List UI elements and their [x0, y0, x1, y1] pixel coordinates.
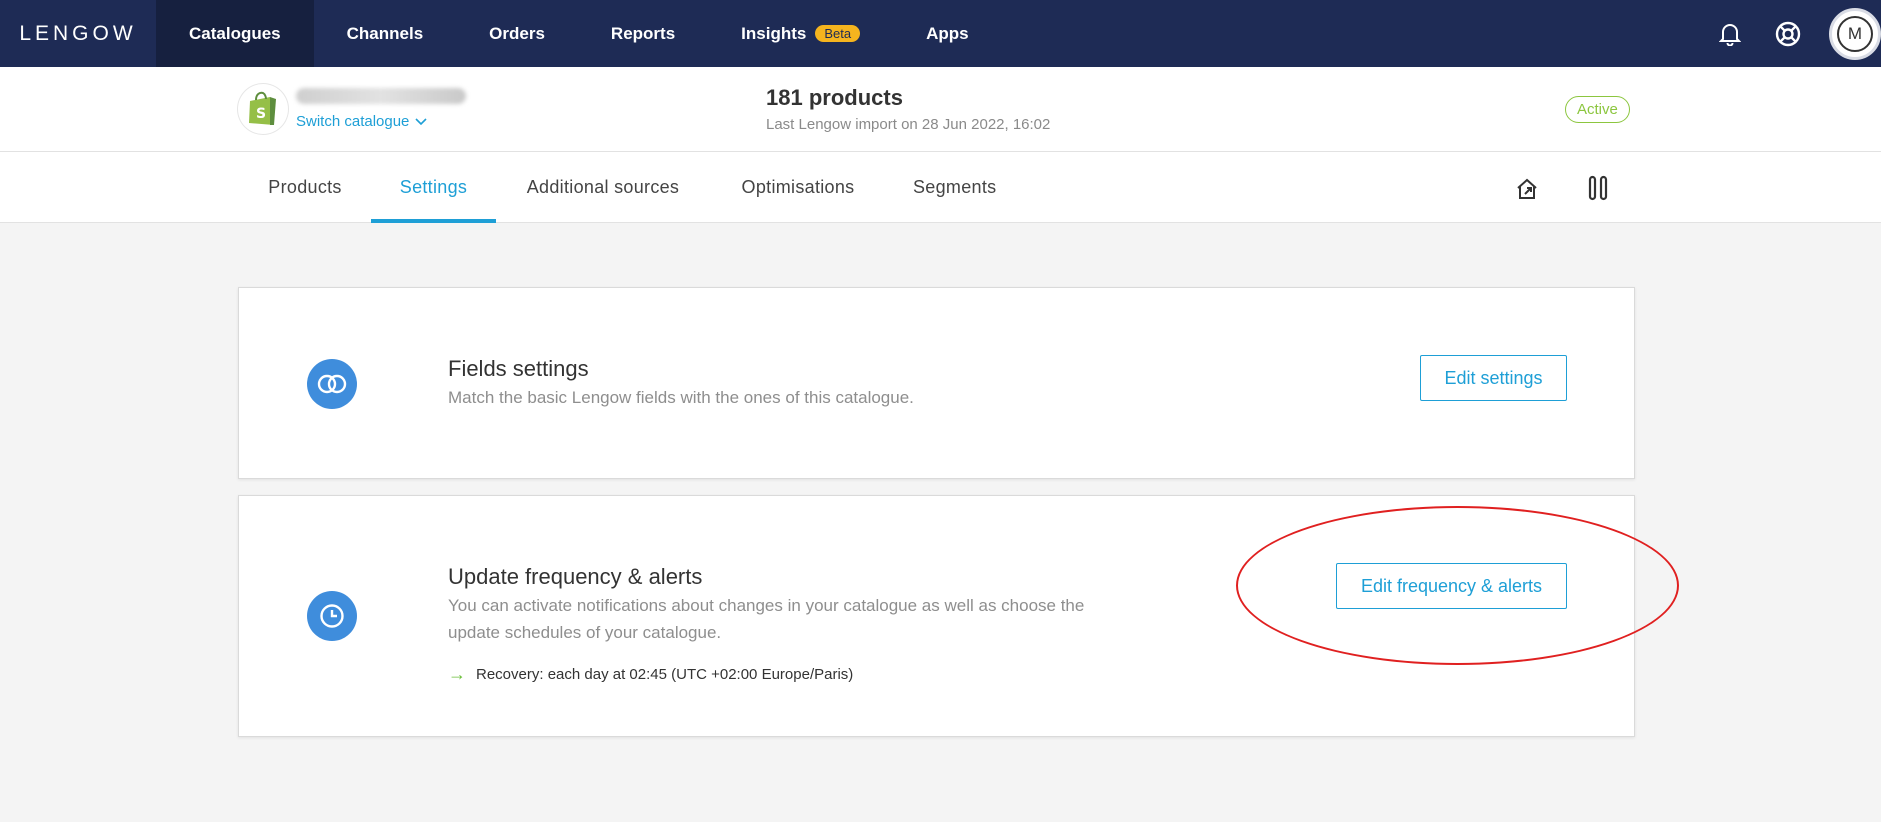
link-rings-icon [307, 359, 357, 409]
card-description: Match the basic Lengow fields with the o… [448, 388, 914, 407]
chevron-down-icon [415, 117, 427, 125]
products-count: 181 products [766, 85, 903, 110]
nav-item-insights[interactable]: Insights Beta [708, 0, 893, 67]
store-name-blurred [296, 88, 466, 104]
export-icon[interactable] [1511, 172, 1543, 204]
lengow-logo[interactable]: LENGOW [0, 0, 156, 67]
nav-label: Insights [741, 23, 807, 43]
update-frequency-card: Update frequency & alerts You can activa… [238, 495, 1635, 737]
nav-item-orders[interactable]: Orders [456, 0, 578, 67]
main-nav: Catalogues Channels Orders Reports Insig… [156, 0, 1002, 67]
bell-icon[interactable] [1701, 0, 1759, 67]
avatar[interactable]: M [1829, 7, 1881, 60]
catalogue-tabs: Products Settings Additional sources Opt… [0, 152, 1881, 223]
nav-item-apps[interactable]: Apps [893, 0, 1002, 67]
fields-settings-card: Fields settings Match the basic Lengow f… [238, 287, 1635, 479]
nav-item-catalogues[interactable]: Catalogues [156, 0, 314, 67]
nav-item-reports[interactable]: Reports [578, 0, 708, 67]
nav-right-actions: M [1701, 0, 1881, 67]
clock-icon [307, 591, 357, 641]
tab-products[interactable]: Products [267, 152, 343, 223]
nav-label: Reports [610, 23, 676, 43]
nav-label: Orders [489, 23, 545, 43]
tab-optimisations[interactable]: Optimisations [738, 152, 858, 223]
switch-catalogue-link[interactable]: Switch catalogue [296, 113, 427, 130]
card-title: Update frequency & alerts [448, 564, 703, 589]
help-lifebuoy-icon[interactable] [1759, 0, 1817, 67]
arrow-right-icon: → [448, 664, 466, 684]
nav-label: Catalogues [189, 23, 281, 43]
card-title: Fields settings [448, 356, 589, 381]
recovery-schedule: → Recovery: each day at 02:45 (UTC +02:0… [448, 664, 853, 685]
status-badge: Active [1565, 96, 1630, 123]
tab-additional-sources[interactable]: Additional sources [524, 152, 682, 223]
switch-catalogue-label: Switch catalogue [296, 113, 410, 130]
edit-settings-button[interactable]: Edit settings [1420, 355, 1567, 401]
avatar-initial: M [1837, 15, 1873, 52]
card-description: You can activate notifications about cha… [448, 596, 1085, 642]
nav-label: Channels [346, 23, 424, 43]
edit-frequency-alerts-button[interactable]: Edit frequency & alerts [1336, 563, 1567, 609]
shopify-bag-icon: S [238, 84, 288, 134]
nav-label: Apps [926, 23, 969, 43]
nav-item-channels[interactable]: Channels [314, 0, 457, 67]
pause-icon[interactable] [1582, 172, 1614, 204]
tab-settings[interactable]: Settings [371, 152, 496, 223]
beta-badge: Beta [815, 25, 861, 42]
last-import-text: Last Lengow import on 28 Jun 2022, 16:02 [766, 116, 1051, 133]
recovery-text: Recovery: each day at 02:45 (UTC +02:00 … [476, 666, 854, 683]
tab-segments[interactable]: Segments [913, 152, 996, 223]
top-navigation-bar: LENGOW Catalogues Channels Orders Report… [0, 0, 1881, 67]
svg-text:S: S [256, 106, 266, 122]
catalogue-header: S Switch catalogue 181 products Last Len… [0, 67, 1881, 152]
